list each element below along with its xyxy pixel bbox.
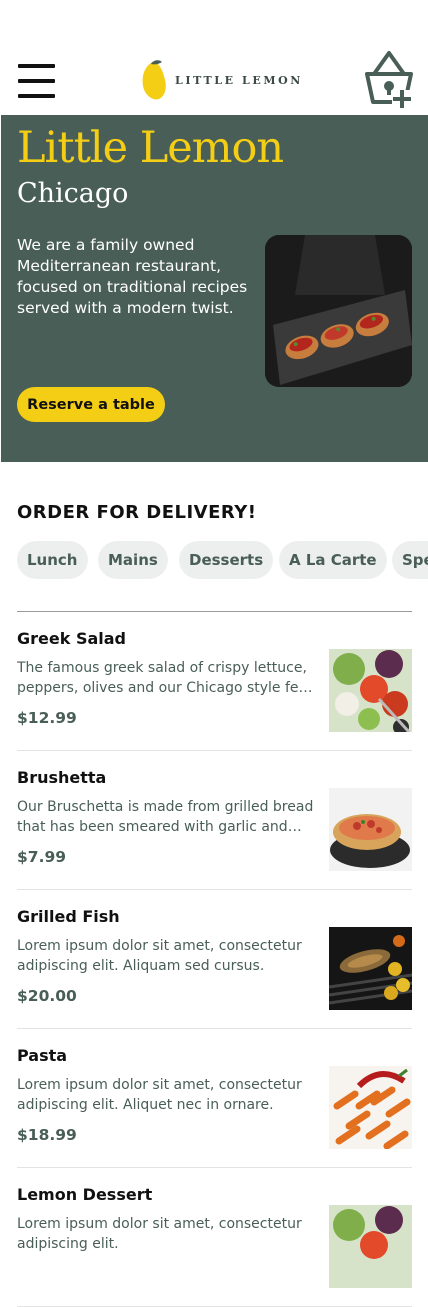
order-section-title: ORDER FOR DELIVERY! (17, 502, 257, 523)
menu-item-image (329, 927, 412, 1010)
reserve-table-button[interactable]: Reserve a table (17, 387, 165, 422)
menu-item-name: Lemon Dessert (17, 1185, 153, 1204)
app-header: LITTLE LEMON (0, 0, 428, 115)
menu-item-name: Grilled Fish (17, 907, 120, 926)
category-desserts[interactable]: Desserts (179, 541, 274, 579)
category-mains[interactable]: Mains (98, 541, 168, 579)
logo-text: LITTLE LEMON (175, 74, 303, 87)
menu-item-image (329, 788, 412, 871)
menu-item-image (329, 1205, 412, 1288)
category-specials[interactable]: Specials (392, 541, 428, 579)
menu-item-grilled-fish[interactable]: Grilled Fish Lorem ipsum dolor sit amet,… (17, 890, 412, 1029)
menu-item-description: Lorem ipsum dolor sit amet, consectetur … (17, 1077, 302, 1113)
menu-item-description: Lorem ipsum dolor sit amet, consectetur … (17, 938, 302, 974)
menu-item-pasta[interactable]: Pasta Lorem ipsum dolor sit amet, consec… (17, 1029, 412, 1168)
menu-item-price: $18.99 (17, 1126, 77, 1144)
hero-subtitle: Chicago (17, 178, 129, 209)
menu-item-greek-salad[interactable]: Greek Salad The famous greek salad of cr… (17, 612, 412, 751)
cart-button[interactable] (364, 50, 414, 110)
category-a-la-carte[interactable]: A La Carte (279, 541, 387, 579)
menu-item-price: $20.00 (17, 987, 77, 1005)
menu-item-description: The famous greek salad of crispy lettuce… (17, 660, 313, 696)
category-filter-bar[interactable]: Lunch Mains Desserts A La Carte Specials (17, 541, 428, 581)
lemon-icon (142, 60, 166, 100)
menu-item-image (329, 1066, 412, 1149)
hero-title: Little Lemon (17, 123, 284, 173)
menu-item-name: Brushetta (17, 768, 107, 787)
menu-item-brushetta[interactable]: Brushetta Our Bruschetta is made from gr… (17, 751, 412, 890)
menu-item-lemon-dessert[interactable]: Lemon Dessert Lorem ipsum dolor sit amet… (17, 1168, 412, 1307)
menu-item-name: Greek Salad (17, 629, 126, 648)
category-lunch[interactable]: Lunch (17, 541, 88, 579)
hamburger-menu-button[interactable] (18, 62, 55, 100)
menu-item-price: $7.99 (17, 848, 67, 866)
hero-section: Little Lemon Chicago We are a family own… (1, 115, 428, 462)
menu-item-price: $12.99 (17, 709, 77, 727)
menu-item-description: Our Bruschetta is made from grilled brea… (17, 799, 314, 835)
menu-item-description: Lorem ipsum dolor sit amet, consectetur … (17, 1216, 302, 1252)
menu-list: Greek Salad The famous greek salad of cr… (17, 612, 412, 1307)
hero-image (265, 235, 412, 387)
menu-item-name: Pasta (17, 1046, 68, 1065)
app-logo[interactable]: LITTLE LEMON (141, 58, 301, 102)
menu-item-image (329, 649, 412, 732)
basket-add-icon (365, 51, 414, 110)
hero-description: We are a family owned Mediterranean rest… (17, 236, 248, 317)
